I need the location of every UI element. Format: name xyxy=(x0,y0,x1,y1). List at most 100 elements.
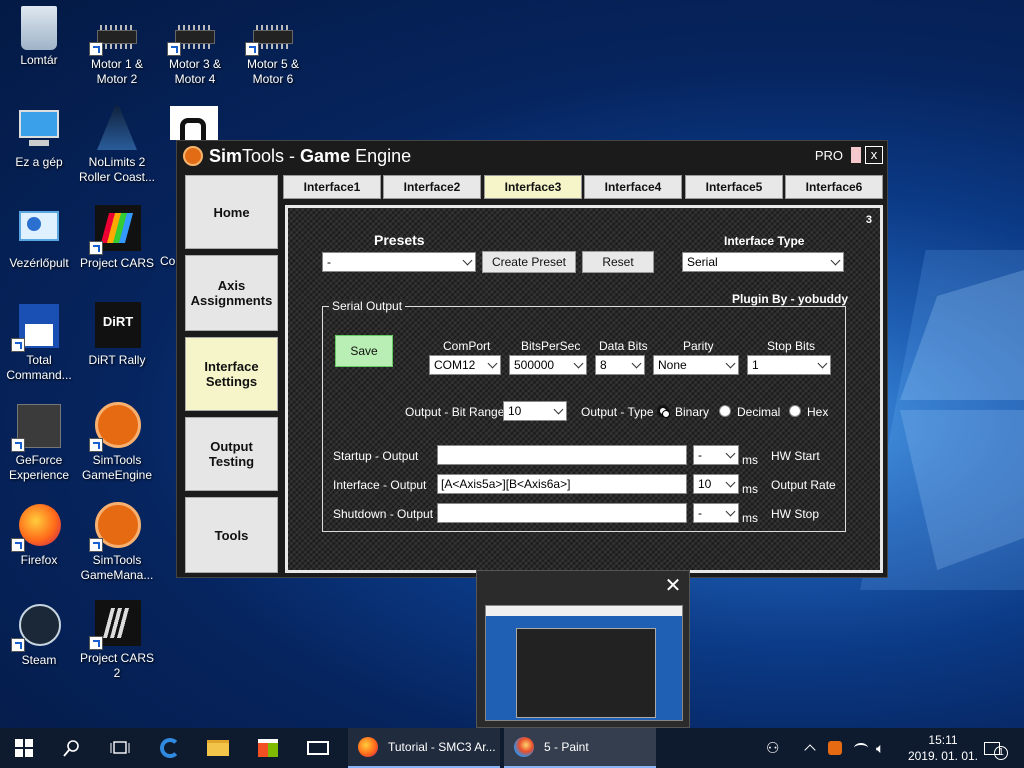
show-hidden-icons-button[interactable] xyxy=(804,728,816,768)
binary-label: Binary xyxy=(675,405,710,419)
tab-interface4[interactable]: Interface4 xyxy=(584,175,682,199)
desktop-icon-motor-1-2[interactable]: Motor 1 & Motor 2 xyxy=(78,16,156,87)
parity-dropdown[interactable]: None xyxy=(653,355,739,375)
taskbar-app-firefox[interactable]: Tutorial - SMC3 Ar... xyxy=(348,728,500,768)
interface-output-input[interactable]: [A<Axis5a>][B<Axis6a>] xyxy=(437,474,687,494)
bits-per-sec-label: BitsPerSec xyxy=(521,339,581,353)
desktop-icon-motor-3-4[interactable]: Motor 3 & Motor 4 xyxy=(156,16,234,87)
start-button[interactable] xyxy=(0,728,48,768)
volume-button[interactable]: 🔈︎ xyxy=(876,728,884,768)
desktop-icon-simtools-gamemanager[interactable]: SimTools GameMana... xyxy=(78,502,156,583)
chevron-down-icon xyxy=(725,477,736,488)
tab-interface1[interactable]: Interface1 xyxy=(283,175,381,199)
tab-interface5[interactable]: Interface5 xyxy=(685,175,783,199)
startup-ms-dropdown[interactable]: - xyxy=(693,445,739,465)
stop-bits-dropdown[interactable]: 1 xyxy=(747,355,831,375)
tab-interface6[interactable]: Interface6 xyxy=(785,175,883,199)
clock[interactable]: 15:11 2019. 01. 01. xyxy=(908,732,978,764)
startup-output-input[interactable] xyxy=(437,445,687,465)
search-button[interactable] xyxy=(48,728,96,768)
clock-date: 2019. 01. 01. xyxy=(907,749,978,763)
shutdown-ms-dropdown[interactable]: - xyxy=(693,503,739,523)
sidebar-item-axis-assignments[interactable]: Axis Assignments xyxy=(185,255,278,331)
desktop-icon-dirt-rally[interactable]: DiRT DiRT Rally xyxy=(78,302,156,368)
hex-radio[interactable] xyxy=(789,405,801,417)
interface-type-dropdown[interactable]: Serial xyxy=(682,252,844,272)
desktop-icon-project-cars-2[interactable]: Project CARS 2 xyxy=(78,600,156,681)
chip-icon xyxy=(245,16,297,56)
desktop-icon-simtools-gameengine[interactable]: SimTools GameEngine xyxy=(78,402,156,483)
data-bits-dropdown[interactable]: 8 xyxy=(595,355,645,375)
shutdown-ms-value: - xyxy=(698,506,702,520)
shutdown-output-input[interactable] xyxy=(437,503,687,523)
desktop-icon-firefox[interactable]: Firefox xyxy=(0,502,78,568)
action-center-button[interactable]: 1 xyxy=(984,728,1008,768)
tab-interface3[interactable]: Interface3 xyxy=(484,175,582,199)
bit-range-dropdown[interactable]: 10 xyxy=(503,401,567,421)
ms-label: ms xyxy=(742,511,758,525)
close-button[interactable]: x xyxy=(865,146,883,164)
desktop-icon-control-panel[interactable]: Vezérlőpult xyxy=(0,205,78,271)
floppy-icon xyxy=(11,302,63,352)
plugin-by-label: Plugin By - yobuddy xyxy=(732,292,848,306)
tray-simtools[interactable] xyxy=(828,728,842,768)
sidebar-item-output-testing[interactable]: Output Testing xyxy=(185,417,278,491)
output-rate-label: Output Rate xyxy=(771,478,836,492)
data-bits-label: Data Bits xyxy=(599,339,648,353)
desktop-icon-recycle-bin[interactable]: Lomtár xyxy=(0,6,78,68)
project-cars-2-icon xyxy=(89,600,141,650)
taskbar-thumbnail[interactable]: ✕ xyxy=(476,570,690,728)
bits-per-sec-dropdown[interactable]: 500000 xyxy=(509,355,587,375)
task-view-icon xyxy=(110,741,130,754)
chevron-down-icon xyxy=(462,255,473,266)
sidebar-item-interface-settings[interactable]: Interface Settings xyxy=(185,337,278,411)
desktop-icon-motor-5-6[interactable]: Motor 5 & Motor 6 xyxy=(234,16,312,87)
desktop-icon-this-pc[interactable]: Ez a gép xyxy=(0,104,78,170)
firefox-icon xyxy=(11,502,63,552)
taskbar-edge[interactable] xyxy=(146,728,194,768)
interface-ms-dropdown[interactable]: 10 xyxy=(693,474,739,494)
thumbnail-preview xyxy=(485,605,683,721)
shortcut-arrow-icon xyxy=(89,538,103,552)
desktop-icon-project-cars[interactable]: Project CARS xyxy=(78,205,156,271)
sidebar-item-home[interactable]: Home xyxy=(185,175,278,249)
create-preset-button[interactable]: Create Preset xyxy=(482,251,576,273)
save-button[interactable]: Save xyxy=(335,335,393,367)
presets-dropdown[interactable]: - xyxy=(322,252,476,272)
bits-per-sec-value: 500000 xyxy=(514,358,555,372)
thumbnail-close-button[interactable]: ✕ xyxy=(661,575,685,599)
shortcut-arrow-icon xyxy=(11,338,25,352)
binary-radio[interactable] xyxy=(657,405,670,418)
sidebar-item-tools[interactable]: Tools xyxy=(185,497,278,573)
reset-button[interactable]: Reset xyxy=(582,251,654,273)
shortcut-arrow-icon xyxy=(11,538,25,552)
taskbar-explorer[interactable] xyxy=(194,728,242,768)
taskbar-app-paint[interactable]: 5 - Paint xyxy=(504,728,656,768)
simtools-window[interactable]: SimTools - Game Engine PRO x Home Axis A… xyxy=(176,140,888,578)
task-view-button[interactable] xyxy=(96,728,144,768)
geforce-icon xyxy=(11,402,63,452)
network-button[interactable] xyxy=(854,728,868,768)
simtools-tray-icon xyxy=(828,741,842,755)
decimal-radio[interactable] xyxy=(719,405,731,417)
taskbar-mail[interactable] xyxy=(294,728,342,768)
comport-dropdown[interactable]: COM12 xyxy=(429,355,501,375)
desktop-icon-geforce[interactable]: GeForce Experience xyxy=(0,402,78,483)
recycle-bin-icon xyxy=(21,6,57,50)
shortcut-arrow-icon xyxy=(89,438,103,452)
desktop-icon-total-commander[interactable]: Total Command... xyxy=(0,302,78,383)
bit-range-value: 10 xyxy=(508,404,522,418)
project-cars-icon xyxy=(89,205,141,255)
people-button[interactable]: ⚇ xyxy=(766,728,779,768)
desktop-icon-nolimits[interactable]: NoLimits 2 Roller Coast... xyxy=(78,104,156,185)
interface-panel: 3 Presets - Create Preset Reset Interfac… xyxy=(285,205,883,573)
tab-interface2[interactable]: Interface2 xyxy=(383,175,481,199)
interface-type-label: Interface Type xyxy=(724,234,805,248)
desktop-icon-steam[interactable]: Steam xyxy=(0,602,78,668)
window-title: SimTools - Game Engine xyxy=(209,145,412,166)
shortcut-arrow-icon xyxy=(11,438,25,452)
wifi-icon xyxy=(854,743,868,753)
serial-output-group: Serial Output Save ComPort COM12 BitsPer… xyxy=(322,299,846,532)
titlebar[interactable]: SimTools - Game Engine xyxy=(177,141,887,171)
taskbar-store[interactable] xyxy=(244,728,292,768)
